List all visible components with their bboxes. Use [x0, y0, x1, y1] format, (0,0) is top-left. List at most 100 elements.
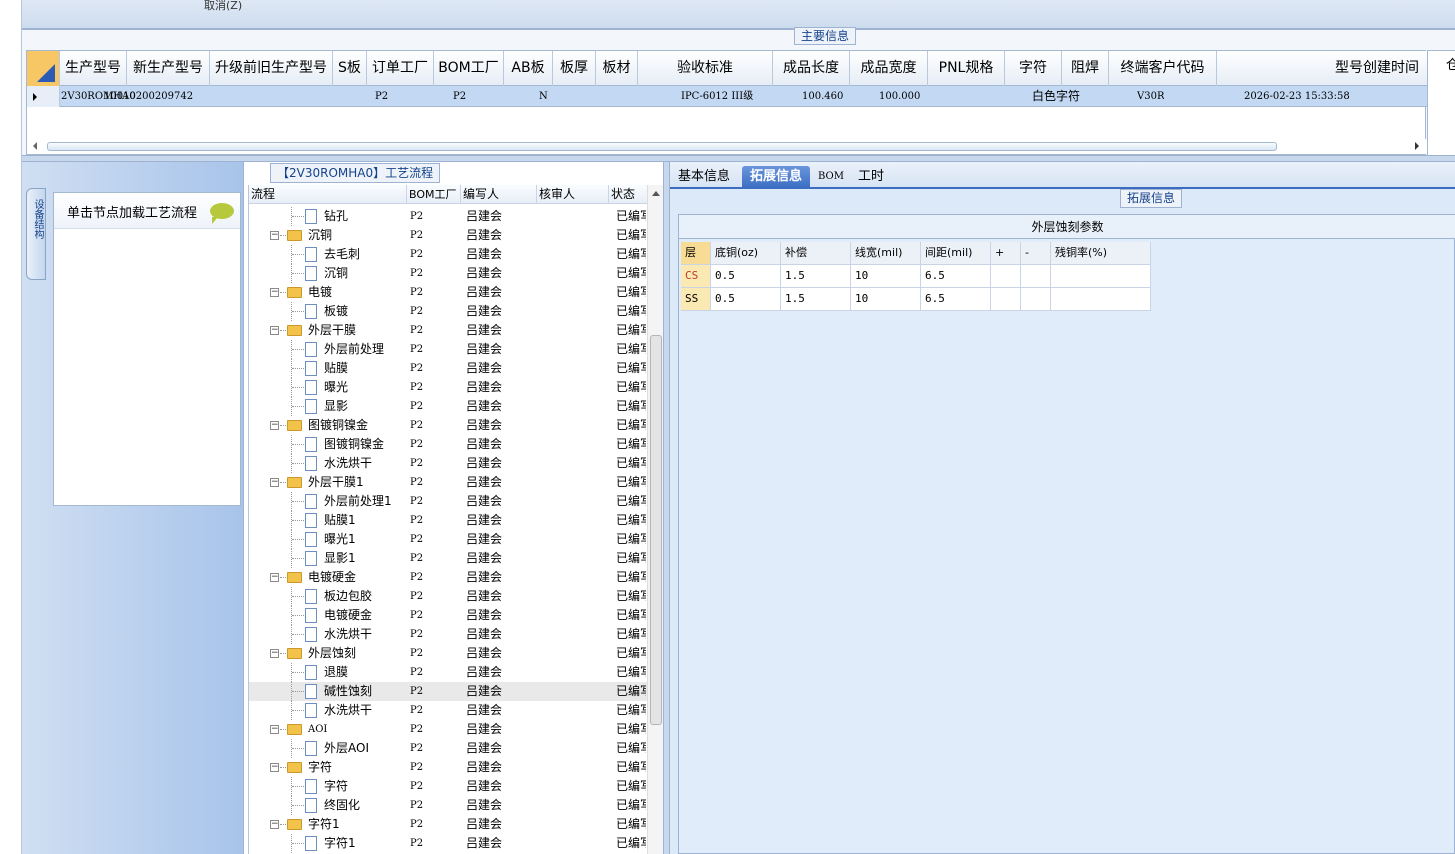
- grid-row[interactable]: 2V30ROMHA0 10010200209742 P2 P2 N IPC-6012 II…: [27, 86, 1427, 107]
- tab-bom[interactable]: BOM: [810, 166, 852, 189]
- tree-row[interactable]: 水洗烘干 P2 吕建会 已编写: [249, 625, 647, 644]
- tree-row[interactable]: 水洗烘干 P2 吕建会 已编写: [249, 701, 647, 720]
- tab-basic-info[interactable]: 基本信息: [670, 166, 738, 189]
- collapse-icon[interactable]: −: [270, 478, 279, 487]
- scroll-left-icon[interactable]: [33, 142, 37, 150]
- column-header[interactable]: 验收标准: [638, 51, 773, 86]
- header-writer[interactable]: 编写人: [461, 185, 537, 204]
- collapse-icon[interactable]: −: [270, 763, 279, 772]
- params-cell[interactable]: 1.5: [781, 265, 851, 288]
- tree-row[interactable]: 钻孔 P2 吕建会 已编写: [249, 207, 647, 226]
- params-cell[interactable]: 6.5: [921, 288, 991, 311]
- params-cell[interactable]: CS: [681, 265, 711, 288]
- column-header[interactable]: 型号创建时间: [1217, 51, 1427, 86]
- tree-row[interactable]: 字符1 P2 吕建会 已编写: [249, 834, 647, 853]
- tree-row[interactable]: 终固化 P2 吕建会 已编写: [249, 796, 647, 815]
- collapse-icon[interactable]: −: [270, 231, 279, 240]
- column-header[interactable]: 成品长度: [773, 51, 850, 86]
- tree-row[interactable]: 外层AOI P2 吕建会 已编写: [249, 739, 647, 758]
- header-reviewer[interactable]: 核审人: [537, 185, 609, 204]
- tree-row[interactable]: 显影 P2 吕建会 已编写: [249, 397, 647, 416]
- scroll-thumb[interactable]: [47, 142, 1277, 151]
- tree-row[interactable]: 电镀硬金 P2 吕建会 已编写: [249, 606, 647, 625]
- column-header[interactable]: 生产型号: [60, 51, 127, 86]
- params-cell[interactable]: SS: [681, 288, 711, 311]
- params-cell[interactable]: [1051, 265, 1151, 288]
- column-header[interactable]: 阻焊: [1062, 51, 1109, 86]
- tree-row[interactable]: 曝光1 P2 吕建会 已编写: [249, 530, 647, 549]
- tree-row[interactable]: − 图镀铜镍金 P2 吕建会 已编写: [249, 416, 647, 435]
- tree-row[interactable]: 曝光 P2 吕建会 已编写: [249, 378, 647, 397]
- params-cell[interactable]: 10: [851, 288, 921, 311]
- tree-row[interactable]: 外层前处理 P2 吕建会 已编写: [249, 340, 647, 359]
- tree-row[interactable]: − 沉铜 P2 吕建会 已编写: [249, 226, 647, 245]
- column-header[interactable]: 订单工厂: [367, 51, 434, 86]
- column-header[interactable]: 终端客户代码: [1109, 51, 1217, 86]
- tree-row[interactable]: − 电镀硬金 P2 吕建会 已编写: [249, 568, 647, 587]
- tree-row[interactable]: 退膜 P2 吕建会 已编写: [249, 663, 647, 682]
- header-bom[interactable]: BOM工厂: [407, 185, 461, 204]
- tab-extended-info[interactable]: 拓展信息: [742, 166, 811, 189]
- tree-row[interactable]: 外层前处理1 P2 吕建会 已编写: [249, 492, 647, 511]
- tree-row[interactable]: − AOI P2 吕建会 已编写: [249, 720, 647, 739]
- params-cell[interactable]: 1.5: [781, 288, 851, 311]
- params-cell[interactable]: [1021, 265, 1051, 288]
- collapse-icon[interactable]: −: [270, 421, 279, 430]
- column-header[interactable]: 新生产型号: [127, 51, 210, 86]
- params-cell[interactable]: 0.5: [711, 265, 781, 288]
- header-status[interactable]: 状态: [609, 185, 647, 204]
- collapse-icon[interactable]: −: [270, 820, 279, 829]
- vertical-splitter[interactable]: [663, 162, 670, 854]
- column-header[interactable]: 板材: [596, 51, 638, 86]
- load-flow-header[interactable]: 单击节点加载工艺流程: [54, 193, 240, 229]
- params-cell[interactable]: [1051, 288, 1151, 311]
- params-cell[interactable]: 6.5: [921, 265, 991, 288]
- column-header[interactable]: 升级前旧生产型号: [210, 51, 333, 86]
- column-header[interactable]: AB板: [504, 51, 553, 86]
- tree-row[interactable]: 水洗烘干 P2 吕建会 已编写: [249, 454, 647, 473]
- column-header[interactable]: 板厚: [553, 51, 596, 86]
- tree-row[interactable]: 图镀铜镍金 P2 吕建会 已编写: [249, 435, 647, 454]
- column-header[interactable]: 成品宽度: [850, 51, 928, 86]
- tree-row[interactable]: − 字符 P2 吕建会 已编写: [249, 758, 647, 777]
- collapse-icon[interactable]: −: [270, 649, 279, 658]
- tree-row[interactable]: 沉铜 P2 吕建会 已编写: [249, 264, 647, 283]
- horizontal-scrollbar[interactable]: [27, 139, 1427, 154]
- tree-scroll-thumb[interactable]: [650, 335, 662, 725]
- params-cell[interactable]: 10: [851, 265, 921, 288]
- tree-row[interactable]: 贴膜1 P2 吕建会 已编写: [249, 511, 647, 530]
- collapse-icon[interactable]: −: [270, 288, 279, 297]
- tree-row[interactable]: − 电镀 P2 吕建会 已编写: [249, 283, 647, 302]
- tree-row[interactable]: 去毛刺 P2 吕建会 已编写: [249, 245, 647, 264]
- column-header[interactable]: PNL规格: [928, 51, 1005, 86]
- collapse-icon[interactable]: −: [270, 326, 279, 335]
- select-all-corner[interactable]: [27, 51, 60, 86]
- params-cell[interactable]: 0.5: [711, 288, 781, 311]
- column-header[interactable]: 字符: [1005, 51, 1062, 86]
- column-header[interactable]: BOM工厂: [434, 51, 504, 86]
- tree-row[interactable]: 碱性蚀刻 P2 吕建会 已编写: [249, 682, 647, 701]
- params-cell[interactable]: [1021, 288, 1051, 311]
- device-structure-tab[interactable]: 设备结构: [26, 188, 46, 280]
- tree-vertical-scrollbar[interactable]: [647, 185, 664, 854]
- params-cell[interactable]: [991, 288, 1021, 311]
- tab-work-hours[interactable]: 工时: [850, 166, 892, 189]
- tree-row[interactable]: 贴膜 P2 吕建会 已编写: [249, 359, 647, 378]
- scroll-up-icon[interactable]: [652, 191, 660, 196]
- tree-row[interactable]: − 字符1 P2 吕建会 已编写: [249, 815, 647, 834]
- tree-row[interactable]: 显影1 P2 吕建会 已编写: [249, 549, 647, 568]
- header-process[interactable]: 流程: [249, 185, 407, 204]
- tree-row[interactable]: − 外层干膜1 P2 吕建会 已编写: [249, 473, 647, 492]
- collapse-icon[interactable]: −: [270, 573, 279, 582]
- horizontal-splitter[interactable]: [22, 155, 1455, 162]
- column-header[interactable]: S板: [333, 51, 367, 86]
- scroll-right-icon[interactable]: [1415, 142, 1419, 150]
- collapse-icon[interactable]: −: [270, 725, 279, 734]
- cancel-button[interactable]: 取消(Z): [204, 0, 242, 13]
- tree-row[interactable]: 字符 P2 吕建会 已编写: [249, 777, 647, 796]
- params-cell[interactable]: [991, 265, 1021, 288]
- tree-row[interactable]: 板边包胶 P2 吕建会 已编写: [249, 587, 647, 606]
- tree-row[interactable]: 板镀 P2 吕建会 已编写: [249, 302, 647, 321]
- tree-row[interactable]: − 外层蚀刻 P2 吕建会 已编写: [249, 644, 647, 663]
- tree-row[interactable]: − 外层干膜 P2 吕建会 已编写: [249, 321, 647, 340]
